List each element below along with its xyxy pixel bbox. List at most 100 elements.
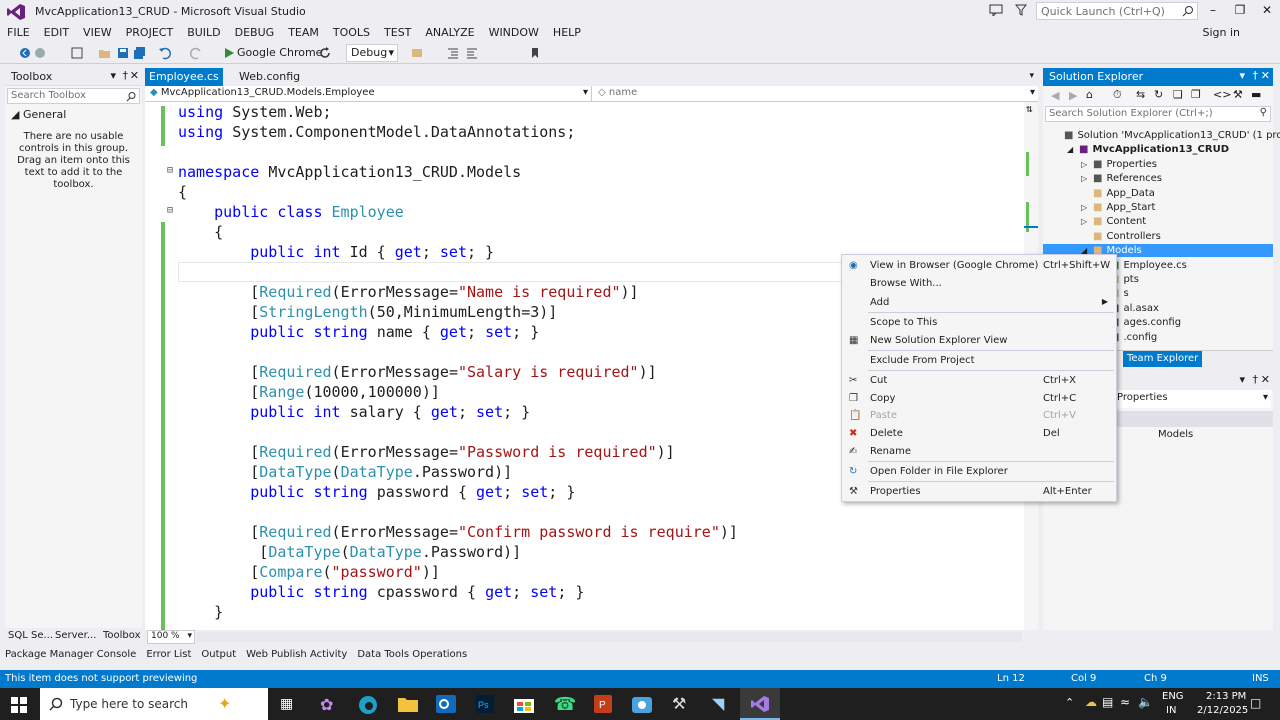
edge-icon[interactable] xyxy=(358,695,378,715)
menu-test[interactable]: TEST xyxy=(377,24,418,41)
tools-app-icon[interactable]: ⚒ xyxy=(672,694,686,713)
menu-edit[interactable]: EDIT xyxy=(37,24,76,41)
sign-in-link[interactable]: Sign in xyxy=(1202,26,1240,39)
menu-team[interactable]: TEAM xyxy=(281,24,326,41)
close-icon[interactable]: ✕ xyxy=(1261,373,1270,386)
clock-date[interactable]: 2/12/2025 xyxy=(1197,705,1248,716)
close-icon[interactable]: ✕ xyxy=(1261,69,1270,82)
solution-tree-item[interactable]: ■ Controllers xyxy=(1081,231,1161,242)
tab-team-explorer[interactable]: Team Explorer xyxy=(1123,351,1203,367)
show-all-files-icon[interactable]: ❐ xyxy=(1191,88,1201,101)
tab-error-list[interactable]: Error List xyxy=(141,647,196,662)
back-icon[interactable] xyxy=(18,46,32,60)
solution-tree-item[interactable]: ■ Solution 'MvcApplication13_CRUD' (1 pro… xyxy=(1052,130,1280,141)
windows-start-icon[interactable] xyxy=(11,697,27,713)
network-icon[interactable]: ▤ xyxy=(1102,695,1113,709)
menu-window[interactable]: WINDOW xyxy=(482,24,546,41)
home-icon[interactable]: ⌂ xyxy=(1086,88,1093,101)
solution-search-input[interactable]: Search Solution Explorer (Ctrl+;) ⚲ xyxy=(1045,106,1271,122)
weather-icon[interactable]: ☁ xyxy=(1085,695,1097,709)
menu-help[interactable]: HELP xyxy=(546,24,588,41)
pin-icon[interactable]: † xyxy=(1253,373,1259,386)
context-menu-item-open-folder-in-file-explorer[interactable]: ↻ Open Folder in File Explorer xyxy=(842,463,1116,481)
view-code-icon[interactable]: <> xyxy=(1213,88,1231,101)
collapse-icon[interactable]: ⊟ xyxy=(167,165,173,176)
solution-tree-item[interactable]: ▷ ■ References xyxy=(1081,173,1162,184)
visual-studio-taskbar-button[interactable] xyxy=(740,688,780,720)
context-menu-item-view-in-browser-google-chrome[interactable]: ◉ View in Browser (Google Chrome) Ctrl+Shi… xyxy=(842,257,1116,275)
tab-overflow-icon[interactable]: ▾ xyxy=(1029,71,1034,81)
input-language[interactable]: ENG xyxy=(1162,691,1184,702)
pending-changes-icon[interactable]: ⏱ xyxy=(1113,88,1122,102)
notifications-icon[interactable]: □ xyxy=(1250,696,1261,710)
copilot-icon[interactable]: ✿ xyxy=(320,695,333,714)
start-debug-icon[interactable] xyxy=(222,46,236,60)
tab-web-publish-activity[interactable]: Web Publish Activity xyxy=(241,647,352,662)
refresh-icon[interactable]: ↻ xyxy=(1154,88,1163,101)
open-icon[interactable] xyxy=(98,46,112,60)
tab-output[interactable]: Output xyxy=(196,647,241,662)
solution-tree-item[interactable]: ▷ ■ App_Start xyxy=(1081,202,1155,213)
input-region[interactable]: IN xyxy=(1166,705,1176,716)
minimize-button[interactable]: – xyxy=(1204,3,1222,19)
app-icon[interactable]: ◥ xyxy=(712,694,724,713)
menu-tools[interactable]: TOOLS xyxy=(326,24,377,41)
filter-icon[interactable] xyxy=(1015,4,1027,16)
context-menu-item-rename[interactable]: ✍ Rename xyxy=(842,443,1116,461)
save-icon[interactable] xyxy=(116,46,130,60)
expand-arrow-icon[interactable]: ▷ xyxy=(1081,160,1093,169)
volume-icon[interactable]: 🔈 xyxy=(1138,695,1153,709)
task-view-icon[interactable]: ▦ xyxy=(280,696,293,712)
photoshop-icon[interactable]: Ps xyxy=(476,695,494,713)
menu-file[interactable]: FILE xyxy=(0,24,37,41)
menu-project[interactable]: PROJECT xyxy=(119,24,181,41)
forward-icon[interactable] xyxy=(33,46,47,60)
find-icon[interactable] xyxy=(410,46,424,60)
bookmark-icon[interactable] xyxy=(528,46,542,60)
wifi-icon[interactable]: ≈ xyxy=(1120,695,1130,709)
powerpoint-icon[interactable]: P xyxy=(594,695,612,713)
camera-app-icon[interactable] xyxy=(632,695,652,713)
tray-overflow-icon[interactable]: ⌃ xyxy=(1065,696,1074,709)
collapse-icon[interactable]: ⊟ xyxy=(167,205,173,216)
solution-tree-item[interactable]: ■ App_Data xyxy=(1081,188,1155,199)
tab-web-config[interactable]: Web.config xyxy=(235,68,304,86)
member-dropdown[interactable]: ◇ name ▾ xyxy=(593,86,1038,101)
context-menu-item-cut[interactable]: ✂ Cut Ctrl+X xyxy=(842,372,1116,390)
dropdown-icon[interactable]: ▾ xyxy=(1239,373,1245,386)
menu-debug[interactable]: DEBUG xyxy=(228,24,282,41)
expand-arrow-icon[interactable]: ◢ xyxy=(1067,145,1079,154)
auto-hide-icon[interactable]: † xyxy=(123,69,129,82)
indent-icon[interactable] xyxy=(446,46,460,60)
toolbox-search-input[interactable]: Search Toolbox xyxy=(7,88,140,104)
dropdown-icon[interactable]: ▾ xyxy=(1239,69,1245,82)
solution-tree-item[interactable]: ▷ ■ Content xyxy=(1081,216,1146,227)
outlook-icon[interactable] xyxy=(436,695,456,713)
menu-view[interactable]: VIEW xyxy=(76,24,119,41)
tab-data-tools-operations[interactable]: Data Tools Operations xyxy=(352,647,472,662)
horizontal-scrollbar[interactable] xyxy=(197,632,1022,642)
configuration-dropdown[interactable]: Debug ▾ xyxy=(346,44,398,62)
tab-employee-cs[interactable]: Employee.cs • ✕ xyxy=(145,68,223,96)
type-dropdown[interactable]: ◆ MvcApplication13_CRUD.Models.Employee ▾ xyxy=(145,86,592,101)
expand-arrow-icon[interactable]: ▷ xyxy=(1081,203,1093,212)
context-menu-item-properties[interactable]: ⚒ Properties Alt+Enter xyxy=(842,483,1116,501)
store-icon[interactable] xyxy=(514,695,534,713)
close-icon[interactable]: ✕ xyxy=(130,69,139,82)
pin-icon[interactable]: ▾ xyxy=(110,69,116,82)
refresh-icon[interactable] xyxy=(318,46,332,60)
solution-tree-item[interactable]: ▷ ■ Properties xyxy=(1081,159,1157,170)
quick-launch-input[interactable]: Quick Launch (Ctrl+Q) xyxy=(1036,2,1198,20)
maximize-button[interactable]: ❐ xyxy=(1231,3,1249,19)
sync-icon[interactable]: ⇆ xyxy=(1136,88,1145,101)
tab-package-manager-console[interactable]: Package Manager Console xyxy=(0,647,141,662)
expand-arrow-icon[interactable]: ▷ xyxy=(1081,217,1093,226)
tab-toolbox[interactable]: Toolbox xyxy=(103,630,141,641)
menu-build[interactable]: BUILD xyxy=(180,24,227,41)
solution-tree-item[interactable]: ◢ ■ MvcApplication13_CRUD xyxy=(1067,144,1229,155)
taskbar-search-box[interactable]: Type here to search ✦ xyxy=(40,688,268,720)
context-menu-item-copy[interactable]: ❐ Copy Ctrl+C xyxy=(842,390,1116,408)
context-menu-item-paste[interactable]: 📋 Paste Ctrl+V xyxy=(842,407,1116,425)
outdent-icon[interactable] xyxy=(465,46,479,60)
context-menu-item-add[interactable]: Add ▶ xyxy=(842,294,1116,312)
